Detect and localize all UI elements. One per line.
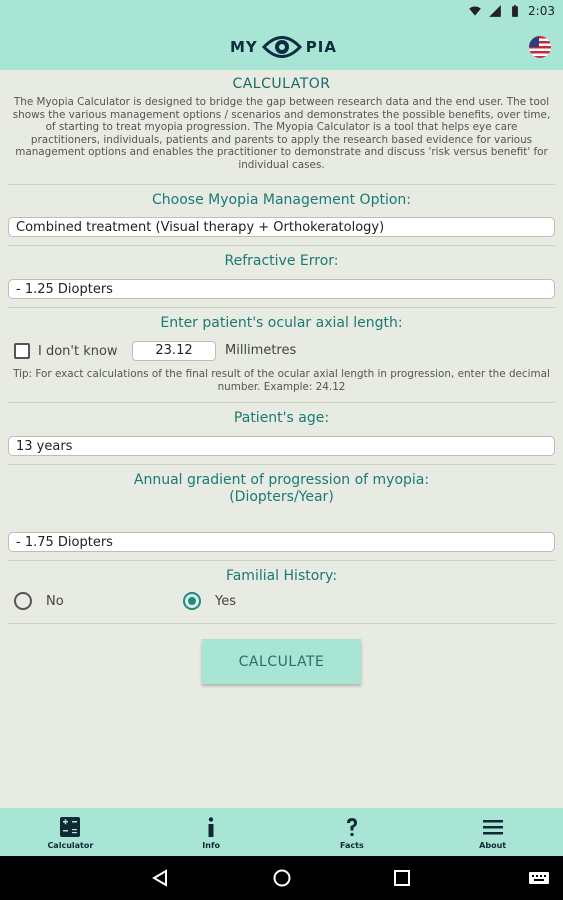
tab-facts[interactable]: Facts	[282, 808, 423, 856]
divider	[8, 245, 555, 246]
axial-length-input[interactable]: 23.12	[132, 341, 216, 361]
status-bar: 2:03	[0, 0, 563, 24]
info-icon	[199, 815, 223, 839]
familial-no-label: No	[46, 593, 64, 609]
eye-logo-icon	[261, 36, 302, 58]
divider	[8, 560, 555, 561]
axial-length-unit: Millimetres	[225, 343, 297, 358]
home-icon[interactable]	[272, 868, 292, 888]
app-header: MY PIA	[0, 24, 563, 70]
axial-length-tip: Tip: For exact calculations of the final…	[13, 368, 550, 393]
tab-label-calculator: Calculator	[47, 840, 94, 850]
tab-label-facts: Facts	[340, 840, 364, 850]
tab-label-about: About	[479, 840, 507, 850]
calculator-form: CALCULATOR The Myopia Calculator is desi…	[0, 70, 563, 808]
tab-calculator[interactable]: Calculator	[0, 808, 141, 856]
bottom-tab-bar: Calculator Info Facts About	[0, 808, 563, 856]
back-icon[interactable]	[150, 868, 170, 888]
android-nav-bar	[0, 856, 563, 900]
patient-age-label: Patient's age:	[233, 410, 330, 426]
menu-icon	[481, 815, 505, 839]
dont-know-label: I don't know	[38, 343, 118, 359]
keyboard-icon[interactable]	[528, 868, 550, 888]
tab-label-info: Info	[202, 840, 220, 850]
wifi-icon	[469, 6, 481, 16]
refractive-error-label: Refractive Error:	[224, 253, 339, 269]
myopia-logo: MY PIA	[230, 30, 337, 64]
familial-yes-label: Yes	[215, 593, 236, 609]
status-time: 2:03	[528, 4, 555, 18]
divider	[8, 464, 555, 465]
gradient-label: Annual gradient of progression of myopia…	[133, 472, 430, 488]
patient-age-select[interactable]: 13 years	[8, 436, 555, 456]
management-option-select[interactable]: Combined treatment (Visual therapy + Ort…	[8, 217, 555, 237]
management-option-label: Choose Myopia Management Option:	[152, 192, 411, 208]
tab-about[interactable]: About	[422, 808, 563, 856]
question-icon	[340, 815, 364, 839]
dont-know-checkbox[interactable]	[14, 343, 30, 359]
divider	[8, 184, 555, 185]
battery-icon	[512, 5, 518, 17]
refractive-error-select[interactable]: - 1.25 Diopters	[8, 279, 555, 299]
familial-no-option[interactable]: No	[14, 592, 64, 610]
intro-text: The Myopia Calculator is designed to bri…	[12, 96, 551, 171]
tab-info[interactable]: Info	[141, 808, 282, 856]
familial-no-radio[interactable]	[14, 592, 32, 610]
familial-history-label: Familial History:	[225, 568, 338, 584]
logo-text-left: MY	[230, 38, 258, 56]
status-icons: 2:03	[468, 4, 555, 18]
divider	[8, 307, 555, 308]
us-flag-icon[interactable]	[529, 36, 551, 58]
familial-yes-option[interactable]: Yes	[183, 592, 236, 610]
axial-length-label: Enter patient's ocular axial length:	[160, 315, 403, 331]
divider	[8, 402, 555, 403]
cellular-signal-icon	[489, 5, 501, 17]
dont-know-checkbox-row[interactable]: I don't know	[14, 341, 118, 361]
calculate-button[interactable]: CALCULATE	[202, 639, 361, 684]
recents-icon[interactable]	[392, 868, 412, 888]
calculator-icon	[58, 815, 82, 839]
logo-text-right: PIA	[305, 38, 337, 56]
page-title: CALCULATOR	[232, 76, 331, 92]
gradient-unit-label: (Diopters/Year)	[229, 489, 334, 505]
familial-yes-radio[interactable]	[183, 592, 201, 610]
divider	[8, 623, 555, 624]
gradient-select[interactable]: - 1.75 Diopters	[8, 532, 555, 552]
